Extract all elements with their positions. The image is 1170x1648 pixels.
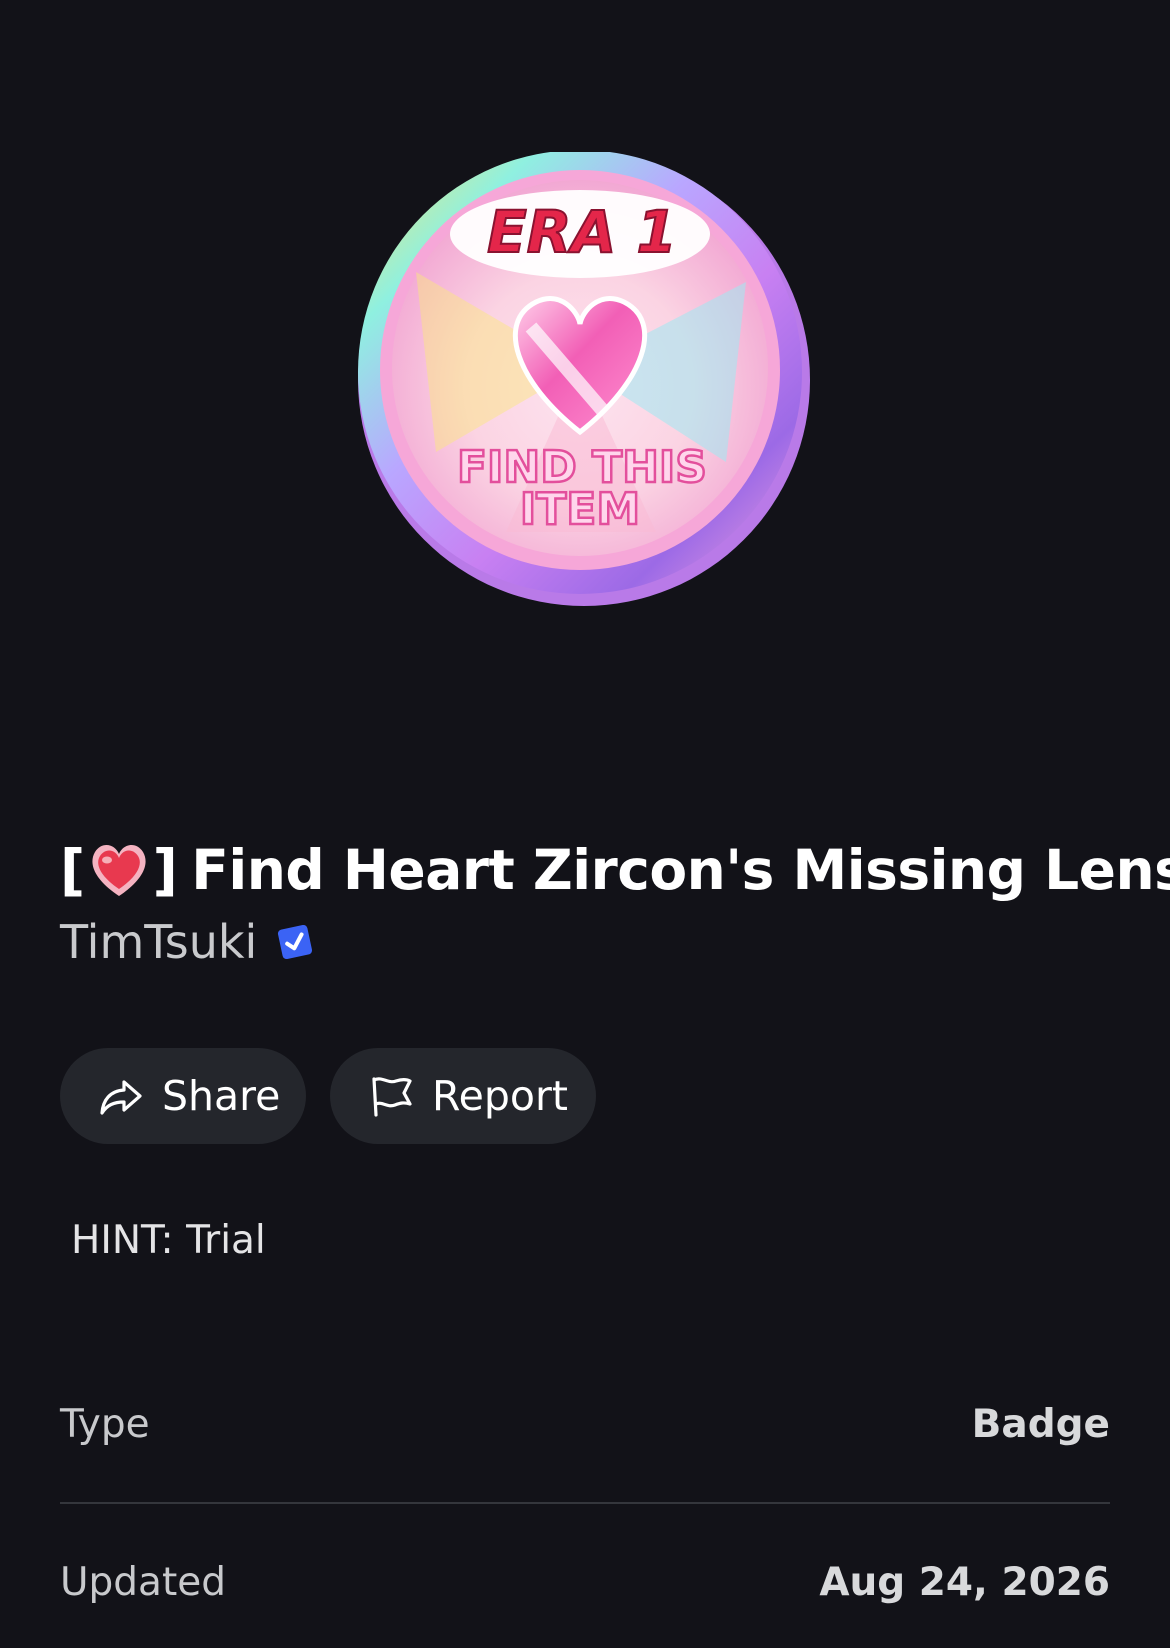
badge-image: ERA 1 FIND THIS ITEM: [356, 152, 812, 608]
badge-title-row: [ ] Find Heart Zircon's Missing Lens: [60, 832, 1170, 908]
verified-badge-icon: [275, 922, 315, 962]
report-button[interactable]: Report: [330, 1048, 596, 1144]
badge-detail-page: ERA 1 FIND THIS ITEM [ ] Find Heart Zirc…: [0, 0, 1170, 1648]
badge-description: HINT: Trial: [71, 1218, 266, 1263]
share-button[interactable]: Share: [60, 1048, 306, 1144]
title-bracket-open: [: [60, 838, 85, 902]
details-table: Type Badge Updated Aug 24, 2026: [60, 1376, 1110, 1630]
detail-row-type: Type Badge: [60, 1376, 1110, 1472]
report-button-label: Report: [432, 1072, 568, 1120]
creator-row[interactable]: TimTsuki: [60, 912, 315, 972]
creator-name-link[interactable]: TimTsuki: [60, 915, 257, 969]
heart-emoji-icon: [85, 836, 153, 904]
detail-label: Type: [60, 1401, 150, 1447]
badge-name: Find Heart Zircon's Missing Lens: [191, 838, 1170, 902]
page-title: [ ] Find Heart Zircon's Missing Lens: [60, 836, 1170, 904]
svg-text:ITEM: ITEM: [520, 484, 640, 535]
detail-value: Aug 24, 2026: [819, 1559, 1110, 1605]
flag-icon: [368, 1073, 414, 1119]
detail-row-updated: Updated Aug 24, 2026: [60, 1534, 1110, 1630]
detail-value: Badge: [971, 1401, 1110, 1447]
divider: [60, 1502, 1110, 1504]
share-arrow-icon: [98, 1073, 144, 1119]
detail-label: Updated: [60, 1559, 226, 1605]
share-button-label: Share: [162, 1072, 281, 1120]
svg-text:ERA 1: ERA 1: [487, 198, 677, 266]
title-bracket-close: ]: [152, 838, 178, 902]
action-buttons: Share Report: [60, 1048, 596, 1144]
